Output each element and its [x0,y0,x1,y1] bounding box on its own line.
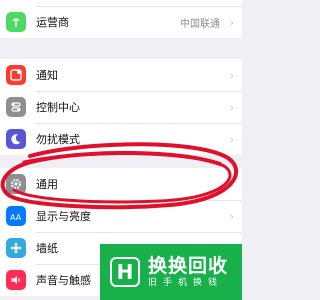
do-not-disturb-row[interactable]: 勿扰模式 › [0,123,242,155]
general-row[interactable]: 通用 › [0,168,242,200]
chevron-right-icon: › [229,177,234,191]
ad-subtitle: 旧手机换钱 [148,278,224,288]
chevron-right-icon: › [229,100,234,114]
svg-text:AA: AA [10,213,22,222]
notification-icon [6,65,26,85]
chevron-right-icon: › [229,15,234,29]
ad-title: 换换回收 [148,255,229,277]
notifications-row[interactable]: 通知 › [0,59,242,91]
notifications-label: 通知 [36,69,58,82]
control-center-icon [6,97,26,117]
ad-logo: H [110,257,140,287]
chevron-right-icon: › [229,132,234,146]
display-brightness-row[interactable]: AA 显示与亮度 › [0,200,242,232]
sound-label: 声音与触感 [36,274,91,287]
display-brightness-icon: AA [6,206,26,226]
carrier-group: 运营商 中国联通 › [0,0,242,38]
carrier-label: 运营商 [36,16,69,29]
display-brightness-label: 显示与亮度 [36,210,91,223]
chevron-right-icon: › [229,209,234,223]
recycle-ad-banner: H 换换回收 旧手机换钱 [100,244,242,300]
sound-icon [6,270,26,290]
wallpaper-icon [6,238,26,258]
moon-icon [6,129,26,149]
general-label: 通用 [36,178,58,191]
carrier-value: 中国联通 [180,18,220,30]
carrier-row[interactable]: 运营商 中国联通 › [0,6,242,38]
do-not-disturb-label: 勿扰模式 [36,133,80,146]
notification-group: 通知 › 控制中心 › 勿扰模式 › [0,59,242,155]
control-center-label: 控制中心 [36,101,80,114]
control-center-row[interactable]: 控制中心 › [0,91,242,123]
chevron-right-icon: › [229,68,234,82]
wallpaper-label: 墙纸 [36,242,58,255]
gear-icon [6,174,26,194]
antenna-icon [6,12,26,32]
